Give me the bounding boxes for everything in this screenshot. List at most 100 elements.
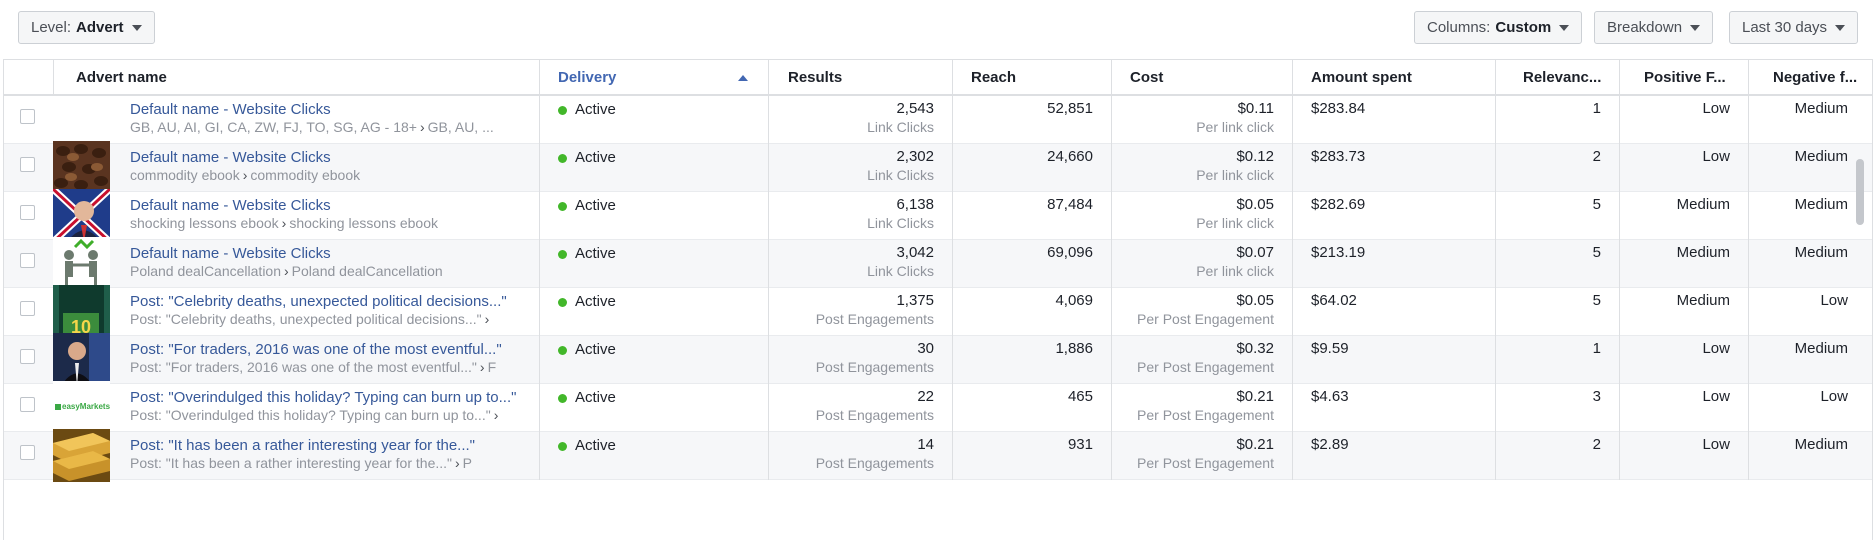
results-cell: 1,375 Post Engagements bbox=[768, 288, 952, 336]
positive-feedback-cell: Medium bbox=[1619, 192, 1748, 240]
toolbar: Level: Advert Columns: Custom Breakdown … bbox=[0, 0, 1876, 59]
negative-feedback-value: Low bbox=[1820, 388, 1848, 405]
cost-cell: $0.21 Per Post Engagement bbox=[1111, 432, 1292, 480]
advert-name-link[interactable]: Post: "Overindulged this holiday? Typing… bbox=[130, 389, 516, 406]
header-relevance[interactable]: Relevanc... bbox=[1495, 60, 1619, 95]
advert-thumbnail: easyMarkets bbox=[53, 381, 110, 434]
advert-breadcrumb: GB, AU, AI, GI, CA, ZW, FJ, TO, SG, AG -… bbox=[130, 119, 510, 135]
advert-name-link[interactable]: Post: "It has been a rather interesting … bbox=[130, 437, 475, 454]
reach-value: 4,069 bbox=[1055, 292, 1093, 309]
row-checkbox[interactable] bbox=[20, 397, 35, 412]
columns-value: Custom bbox=[1495, 19, 1552, 36]
advert-name-cell: easyMarkets Post: "Overindulged this hol… bbox=[53, 381, 539, 434]
date-range-label: Last 30 days bbox=[1742, 19, 1828, 36]
table-row[interactable]: Post: "It has been a rather interesting … bbox=[4, 429, 1872, 482]
delivery-cell: Active bbox=[539, 336, 768, 384]
cost-value: $0.21 bbox=[1236, 388, 1274, 405]
table-row[interactable]: Default name - Website Clicks shocking l… bbox=[4, 189, 1872, 242]
delivery-status: Active bbox=[575, 149, 616, 166]
cost-cell: $0.05 Per Post Engagement bbox=[1111, 288, 1292, 336]
vertical-scrollbar[interactable] bbox=[1856, 159, 1864, 225]
delivery-status: Active bbox=[575, 437, 616, 454]
delivery-cell: Active bbox=[539, 192, 768, 240]
level-value: Advert bbox=[76, 19, 124, 36]
header-amount-spent[interactable]: Amount spent bbox=[1292, 60, 1495, 95]
table-row[interactable]: Post: "For traders, 2016 was one of the … bbox=[4, 333, 1872, 386]
relevance-cell: 5 bbox=[1495, 192, 1619, 240]
advert-breadcrumb: Post: "It has been a rather interesting … bbox=[130, 455, 510, 471]
advert-name-link[interactable]: Default name - Website Clicks bbox=[130, 245, 331, 262]
level-prefix: Level: bbox=[31, 19, 72, 36]
cost-type: Per link click bbox=[1196, 167, 1274, 183]
header-advert-name[interactable]: Advert name bbox=[53, 60, 539, 95]
chevron-down-icon bbox=[131, 24, 142, 31]
cost-value: $0.05 bbox=[1236, 196, 1274, 213]
cost-cell: $0.21 Per Post Engagement bbox=[1111, 384, 1292, 432]
row-checkbox[interactable] bbox=[20, 349, 35, 364]
advert-name-cell: Default name - Website Clicks Poland dea… bbox=[53, 237, 539, 290]
row-checkbox[interactable] bbox=[20, 205, 35, 220]
advert-name-link[interactable]: Post: "Celebrity deaths, unexpected poli… bbox=[130, 293, 507, 310]
header-negative-feedback[interactable]: Negative f... bbox=[1748, 60, 1872, 95]
breakdown-dropdown[interactable]: Breakdown bbox=[1594, 11, 1714, 44]
table-row[interactable]: 10 Post: "Celebrity deaths, unexpected p… bbox=[4, 285, 1872, 338]
adset-name: Poland dealCancellation bbox=[291, 263, 443, 279]
select-cell bbox=[4, 384, 53, 432]
delivery-cell: Active bbox=[539, 384, 768, 432]
relevance-score: 2 bbox=[1592, 148, 1601, 165]
row-checkbox[interactable] bbox=[20, 109, 35, 124]
reach-cell: 24,660 bbox=[952, 144, 1111, 192]
header-delivery[interactable]: Delivery bbox=[539, 60, 768, 95]
negative-feedback-cell: Low bbox=[1748, 288, 1872, 336]
negative-feedback-cell: Medium bbox=[1748, 144, 1872, 192]
chevron-right-icon: › bbox=[284, 263, 289, 279]
results-type: Post Engagements bbox=[815, 311, 934, 327]
row-checkbox[interactable] bbox=[20, 445, 35, 460]
advert-name-link[interactable]: Post: "For traders, 2016 was one of the … bbox=[130, 341, 502, 358]
header-positive-feedback[interactable]: Positive F... bbox=[1619, 60, 1748, 95]
level-dropdown[interactable]: Level: Advert bbox=[18, 11, 155, 44]
ads-table: Advert name Delivery Results Reach Cost … bbox=[3, 59, 1873, 540]
advert-thumbnail bbox=[53, 189, 110, 242]
advert-name-link[interactable]: Default name - Website Clicks bbox=[130, 101, 331, 118]
adset-name: shocking lessons ebook bbox=[289, 215, 438, 231]
amount-spent-value: $64.02 bbox=[1311, 292, 1357, 309]
table-row[interactable]: Default name - Website Clicks commodity … bbox=[4, 141, 1872, 194]
table-row[interactable]: Default name - Website Clicks Poland dea… bbox=[4, 237, 1872, 290]
results-type: Post Engagements bbox=[815, 455, 934, 471]
advert-name-cell: Post: "It has been a rather interesting … bbox=[53, 429, 539, 482]
relevance-cell: 5 bbox=[1495, 240, 1619, 288]
status-dot bbox=[558, 106, 567, 115]
status-dot bbox=[558, 202, 567, 211]
amount-spent-value: $2.89 bbox=[1311, 436, 1349, 453]
cost-type: Per link click bbox=[1196, 263, 1274, 279]
header-cost[interactable]: Cost bbox=[1111, 60, 1292, 95]
delivery-cell: Active bbox=[539, 240, 768, 288]
advert-name-link[interactable]: Default name - Website Clicks bbox=[130, 197, 331, 214]
positive-feedback-value: Low bbox=[1702, 148, 1730, 165]
relevance-score: 1 bbox=[1592, 340, 1601, 357]
header-reach[interactable]: Reach bbox=[952, 60, 1111, 95]
date-range-dropdown[interactable]: Last 30 days bbox=[1729, 11, 1859, 44]
cost-value: $0.12 bbox=[1236, 148, 1274, 165]
table-row[interactable]: Default name - Website Clicks GB, AU, AI… bbox=[4, 96, 1872, 144]
adset-name: F bbox=[487, 359, 497, 375]
row-checkbox[interactable] bbox=[20, 301, 35, 316]
results-value: 2,302 bbox=[896, 148, 934, 165]
amount-spent-cell: $283.73 bbox=[1292, 144, 1495, 192]
table-row[interactable]: easyMarkets Post: "Overindulged this hol… bbox=[4, 381, 1872, 434]
sort-ascending-icon bbox=[738, 75, 748, 81]
amount-spent-cell: $9.59 bbox=[1292, 336, 1495, 384]
header-results[interactable]: Results bbox=[768, 60, 952, 95]
negative-feedback-value: Medium bbox=[1794, 100, 1848, 117]
columns-dropdown[interactable]: Columns: Custom bbox=[1414, 11, 1583, 44]
advert-name-link[interactable]: Default name - Website Clicks bbox=[130, 149, 331, 166]
row-checkbox[interactable] bbox=[20, 253, 35, 268]
delivery-status: Active bbox=[575, 341, 616, 358]
reach-cell: 465 bbox=[952, 384, 1111, 432]
results-cell: 30 Post Engagements bbox=[768, 336, 952, 384]
row-checkbox[interactable] bbox=[20, 157, 35, 172]
status-dot bbox=[558, 154, 567, 163]
relevance-score: 5 bbox=[1592, 292, 1601, 309]
results-value: 22 bbox=[917, 388, 934, 405]
